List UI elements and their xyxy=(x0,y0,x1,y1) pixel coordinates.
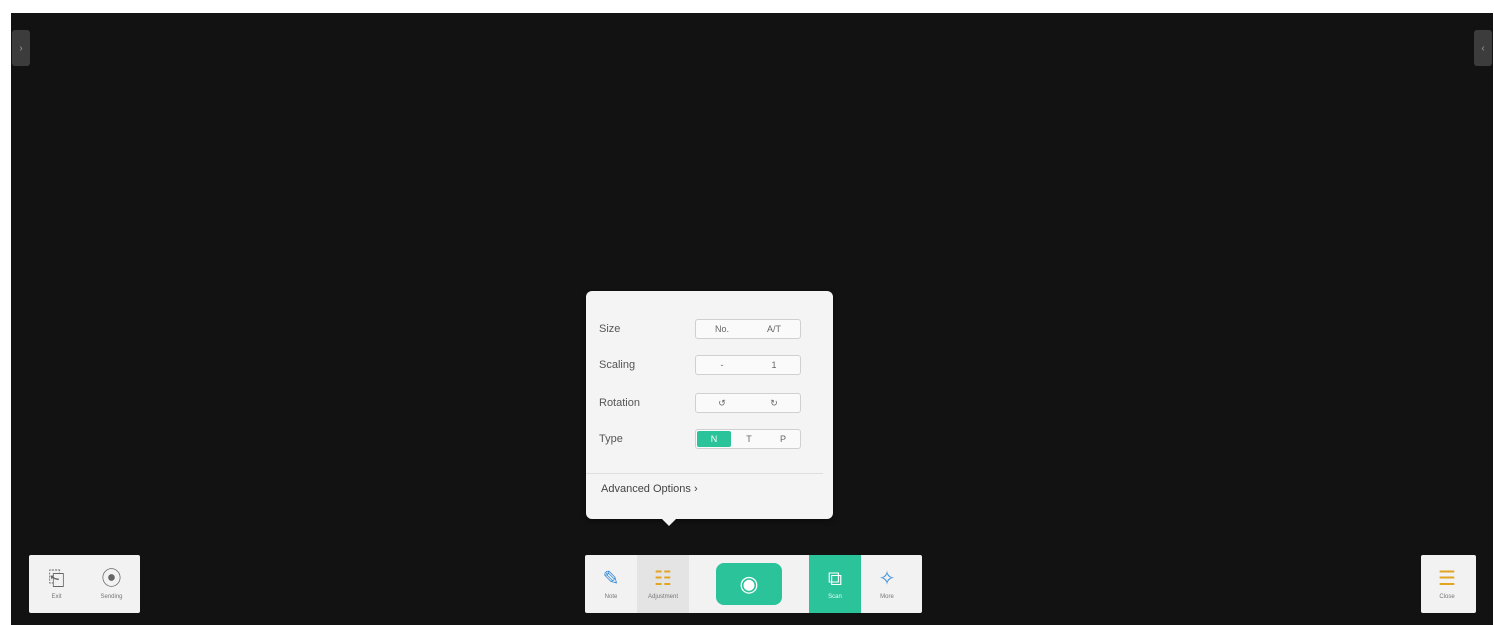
chevron-right-icon: › xyxy=(693,483,698,495)
rotate-right-icon[interactable]: ↻ xyxy=(748,394,800,412)
scan-button[interactable]: ⧉ Scan xyxy=(809,555,861,613)
type-option-1[interactable]: N xyxy=(697,431,731,447)
scaling-stepper[interactable]: - 1 xyxy=(695,355,801,375)
note-button[interactable]: ✎ Note xyxy=(585,555,637,613)
scaling-decrease[interactable]: - xyxy=(696,356,748,374)
more-label: More xyxy=(880,594,894,600)
exit-label: Exit xyxy=(51,594,62,600)
note-label: Note xyxy=(604,594,618,600)
right-edge-handle[interactable]: ‹ xyxy=(1474,30,1492,66)
scan-label: Scan xyxy=(828,594,842,600)
pen-icon: ✎ xyxy=(602,568,620,590)
size-label: Size xyxy=(599,323,621,335)
size-option-1[interactable]: No. xyxy=(696,320,748,338)
exit-icon: ⎗ xyxy=(48,568,65,590)
more-button[interactable]: ✧ More xyxy=(861,555,913,613)
type-selector[interactable]: N T P xyxy=(695,429,801,449)
camera-settings-popup: Size No. A/T Scaling - 1 Rotation ↺ ↻ Ty… xyxy=(586,291,833,526)
scaling-row: Scaling - 1 xyxy=(599,351,801,379)
sending-label: Sending xyxy=(100,594,123,600)
capture-area: ◉ xyxy=(689,555,809,613)
type-option-3[interactable]: P xyxy=(766,430,800,448)
size-row: Size No. A/T xyxy=(599,315,801,343)
advanced-options-link[interactable]: Advanced Options › xyxy=(601,483,698,495)
type-label: Type xyxy=(599,433,623,445)
type-row: Type N T P xyxy=(599,425,801,453)
adjustment-label: Adjustment xyxy=(647,594,678,600)
close-label: Close xyxy=(1439,594,1455,600)
broadcast-icon: ⦿ xyxy=(101,568,122,590)
panel-icon: ☰ xyxy=(1438,568,1456,590)
left-edge-handle[interactable]: › xyxy=(12,30,30,66)
size-option-2[interactable]: A/T xyxy=(748,320,800,338)
adjust-icon: ☷ xyxy=(654,568,672,590)
adjustment-button[interactable]: ☷ Adjustment xyxy=(637,555,689,613)
exit-button[interactable]: ⎗ Exit xyxy=(29,555,84,613)
left-toolbar: ⎗ Exit ⦿ Sending xyxy=(29,555,140,613)
capture-button[interactable]: ◉ xyxy=(716,563,782,605)
size-selector[interactable]: No. A/T xyxy=(695,319,801,339)
rotation-selector[interactable]: ↺ ↻ xyxy=(695,393,801,413)
close-button[interactable]: ☰ Close xyxy=(1421,555,1473,613)
magic-icon: ✧ xyxy=(878,568,896,590)
right-toolbar: ☰ Close xyxy=(1421,555,1476,613)
type-option-2[interactable]: T xyxy=(732,430,766,448)
sending-button[interactable]: ⦿ Sending xyxy=(84,555,139,613)
camera-icon: ◉ xyxy=(739,571,759,596)
scan-icon: ⧉ xyxy=(827,568,843,590)
scaling-label: Scaling xyxy=(599,359,636,371)
rotation-row: Rotation ↺ ↻ xyxy=(599,389,801,417)
rotate-left-icon[interactable]: ↺ xyxy=(696,394,748,412)
scaling-value: 1 xyxy=(771,360,777,370)
main-toolbar: ✎ Note ☷ Adjustment ◉ ⧉ Scan ✧ More xyxy=(585,555,922,613)
popup-divider xyxy=(586,473,823,474)
rotation-label: Rotation xyxy=(599,397,640,409)
advanced-options-label: Advanced Options xyxy=(601,483,691,495)
